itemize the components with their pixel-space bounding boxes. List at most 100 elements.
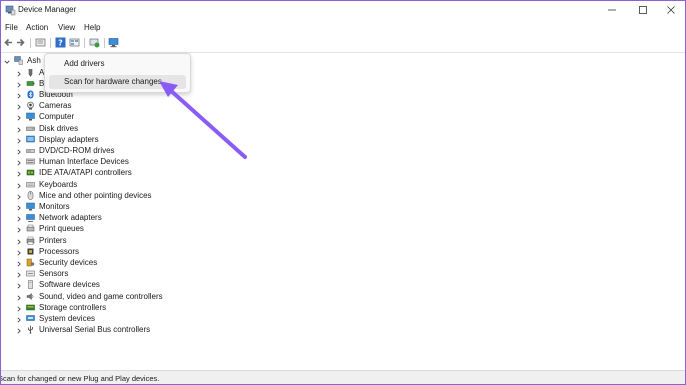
camera-icon xyxy=(26,101,35,110)
chevron-right-icon[interactable] xyxy=(16,305,22,312)
tree-category[interactable]: Disk drives xyxy=(1,123,685,134)
tree-category[interactable]: Universal Serial Bus controllers xyxy=(1,324,685,335)
help-icon[interactable]: ? xyxy=(55,37,66,48)
chevron-right-icon[interactable] xyxy=(16,114,22,121)
disk-drive-icon xyxy=(26,124,35,133)
tree-category-label: Cameras xyxy=(39,101,72,111)
chevron-right-icon[interactable] xyxy=(16,126,22,132)
mouse-icon xyxy=(26,190,35,200)
tree-category[interactable]: Print queues xyxy=(1,223,685,234)
chevron-right-icon[interactable] xyxy=(16,215,22,222)
tree-category[interactable]: Processors xyxy=(1,246,685,257)
status-text: Scan for changed or new Plug and Play de… xyxy=(0,374,160,383)
tree-category[interactable]: Mice and other pointing devices xyxy=(1,190,685,201)
batteries-icon xyxy=(26,79,35,88)
chevron-right-icon[interactable] xyxy=(16,148,22,155)
chevron-right-icon[interactable] xyxy=(16,316,22,323)
tree-category[interactable]: Sensors xyxy=(1,268,685,279)
toolbar-separator xyxy=(30,38,31,48)
context-menu-item-label: Add drivers xyxy=(64,59,105,68)
chevron-right-icon[interactable] xyxy=(16,249,22,256)
menu-action[interactable]: Action xyxy=(26,23,48,32)
tree-category[interactable]: System devices xyxy=(1,313,685,324)
menu-view[interactable]: View xyxy=(58,23,75,32)
chevron-right-icon[interactable] xyxy=(16,182,22,188)
tree-category-label: Universal Serial Bus controllers xyxy=(39,325,151,335)
tree-category[interactable]: Human Interface Devices xyxy=(1,156,685,167)
forward-arrow-icon[interactable] xyxy=(15,37,26,48)
tree-category[interactable]: Monitors xyxy=(1,201,685,212)
software-device-icon xyxy=(26,280,35,290)
chevron-right-icon[interactable] xyxy=(16,204,22,211)
tree-category[interactable]: Computer xyxy=(1,111,685,122)
minimize-button[interactable] xyxy=(597,1,627,21)
usb-icon xyxy=(26,325,35,334)
minimize-icon xyxy=(607,5,617,17)
update-driver-icon[interactable] xyxy=(89,37,100,48)
tree-category[interactable]: Network adapters xyxy=(1,212,685,223)
menu-file[interactable]: File xyxy=(5,23,18,32)
svg-text:?: ? xyxy=(58,39,63,48)
tree-category-label: Disk drives xyxy=(39,123,79,133)
computer-icon xyxy=(26,112,35,121)
tree-category-label: Processors xyxy=(39,246,80,256)
tree-category-label: Print queues xyxy=(39,224,84,234)
tree-category[interactable]: Keyboards xyxy=(1,179,685,190)
tree-category-label: Keyboards xyxy=(39,179,78,189)
device-manager-app-icon xyxy=(5,5,16,16)
tree-category-label: Monitors xyxy=(39,201,70,211)
context-menu-scan-for-hardware-changes[interactable]: Scan for hardware changes xyxy=(49,75,186,89)
status-bar: Scan for changed or new Plug and Play de… xyxy=(0,370,685,384)
chevron-right-icon[interactable] xyxy=(16,170,22,177)
sensor-icon xyxy=(26,269,35,278)
tree-category[interactable]: Cameras xyxy=(1,100,685,111)
storage-controller-icon xyxy=(26,303,35,312)
chevron-right-icon[interactable] xyxy=(16,238,22,244)
tree-category-label: System devices xyxy=(39,313,96,323)
context-menu-item-label: Scan for hardware changes xyxy=(64,77,162,86)
tree-category[interactable]: Software devices xyxy=(1,279,685,290)
monitor-icon[interactable] xyxy=(108,37,119,48)
tree-category[interactable]: Storage controllers xyxy=(1,302,685,313)
context-menu: Add drivers Scan for hardware changes xyxy=(44,53,191,93)
back-arrow-icon[interactable] xyxy=(3,37,14,48)
chevron-right-icon[interactable] xyxy=(16,294,22,300)
chevron-right-icon[interactable] xyxy=(16,260,22,267)
chevron-right-icon[interactable] xyxy=(16,226,22,233)
bluetooth-icon xyxy=(26,90,35,99)
chevron-right-icon[interactable] xyxy=(16,159,22,166)
chevron-right-icon[interactable] xyxy=(16,327,22,334)
monitor-icon xyxy=(26,202,35,211)
printer-icon xyxy=(26,236,35,245)
menu-help[interactable]: Help xyxy=(84,23,100,32)
tree-category-label: Display adapters xyxy=(39,134,99,144)
chevron-right-icon[interactable] xyxy=(16,271,22,278)
hid-icon xyxy=(26,157,35,166)
tree-category[interactable]: Display adapters xyxy=(1,134,685,145)
tree-category-label: Computer xyxy=(39,112,75,122)
toolbar-separator xyxy=(50,38,51,48)
chevron-right-icon[interactable] xyxy=(16,103,22,110)
tree-category-label: DVD/CD-ROM drives xyxy=(39,145,115,155)
tree-category[interactable]: DVD/CD-ROM drives xyxy=(1,145,685,156)
context-menu-add-drivers[interactable]: Add drivers xyxy=(49,57,186,71)
properties-icon[interactable] xyxy=(35,37,46,48)
close-button[interactable] xyxy=(656,1,685,21)
tree-category[interactable]: Sound, video and game controllers xyxy=(1,291,685,302)
tree-category[interactable]: Security devices xyxy=(1,257,685,268)
chevron-down-icon[interactable] xyxy=(4,58,10,64)
tree-category[interactable]: IDE ATA/ATAPI controllers xyxy=(1,167,685,178)
chevron-right-icon[interactable] xyxy=(16,137,22,144)
display-adapter-icon xyxy=(26,135,35,144)
maximize-button[interactable] xyxy=(628,1,658,21)
show-hidden-icon[interactable] xyxy=(69,37,80,48)
device-tree: Ash A B Bluetooth Cameras Computer Disk drive… xyxy=(1,52,685,371)
chevron-right-icon[interactable] xyxy=(16,81,22,88)
chevron-right-icon[interactable] xyxy=(16,282,22,289)
chevron-right-icon[interactable] xyxy=(16,70,22,76)
chevron-right-icon[interactable] xyxy=(16,92,22,99)
tree-category[interactable]: Printers xyxy=(1,235,685,246)
chevron-right-icon[interactable] xyxy=(16,193,22,200)
tree-category-label: IDE ATA/ATAPI controllers xyxy=(39,168,132,178)
computer-root-icon xyxy=(14,56,23,65)
